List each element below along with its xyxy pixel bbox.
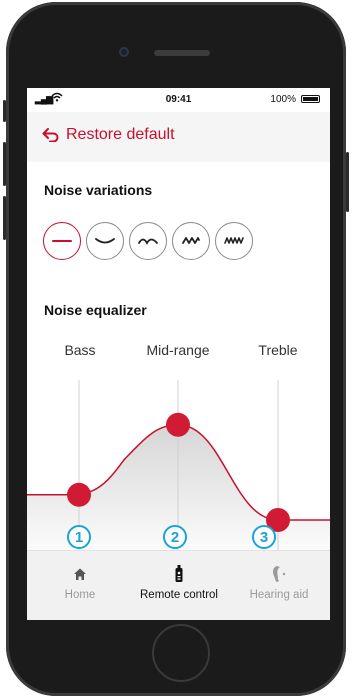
flat-wave-icon: [52, 240, 72, 242]
tab-home[interactable]: Home: [45, 551, 115, 620]
low-wave-icon: [95, 238, 115, 244]
battery-icon: [301, 95, 320, 103]
dense-wave-icon: [224, 237, 244, 244]
tab-remote-control-label: Remote control: [140, 589, 218, 601]
bass-slider-knob[interactable]: [67, 482, 91, 507]
earpiece-speaker: [154, 50, 210, 56]
band-label-treble: Treble: [258, 342, 298, 358]
home-icon: [73, 565, 87, 583]
hearing-aid-icon: [271, 565, 287, 583]
variation-dense-button[interactable]: [215, 222, 253, 260]
remote-control-icon: [174, 565, 184, 583]
variation-flat-button[interactable]: [43, 222, 81, 260]
noise-equalizer-title: Noise equalizer: [44, 302, 147, 318]
high-wave-icon: [182, 237, 200, 244]
undo-arrow-icon: [42, 128, 59, 142]
variation-low-button[interactable]: [86, 222, 124, 260]
tab-bar: Home Remote control Hearing aid: [27, 550, 330, 620]
noise-variations-group: [43, 222, 253, 260]
home-button[interactable]: [152, 624, 210, 682]
equalizer-graph: [27, 380, 330, 550]
tab-remote-control[interactable]: Remote control: [131, 551, 227, 620]
variation-medium-button[interactable]: [129, 222, 167, 260]
callout-badge-1: 1: [67, 525, 91, 549]
medium-wave-icon: [138, 238, 158, 245]
battery-percent: 100%: [270, 94, 296, 105]
noise-variations-title: Noise variations: [44, 182, 153, 198]
volume-down-button: [3, 196, 6, 240]
tab-hearing-aid[interactable]: Hearing aid: [241, 551, 317, 620]
band-label-mid-range: Mid-range: [146, 342, 210, 358]
volume-up-button: [3, 142, 6, 186]
restore-default-button[interactable]: Restore default: [42, 126, 175, 144]
variation-high-button[interactable]: [172, 222, 210, 260]
mute-switch: [3, 100, 6, 122]
tab-hearing-aid-label: Hearing aid: [249, 589, 309, 601]
restore-default-label: Restore default: [66, 126, 175, 143]
mid-range-slider-knob[interactable]: [166, 412, 190, 437]
callout-badge-2: 2: [163, 525, 187, 549]
power-button: [346, 152, 349, 212]
front-camera: [119, 47, 129, 57]
app-screen: ▂▄▆ 09:41 100% Restore default Noise var…: [27, 88, 330, 620]
tab-home-label: Home: [64, 589, 96, 601]
band-label-bass: Bass: [64, 342, 96, 358]
callout-badge-3: 3: [252, 525, 276, 549]
status-bar: ▂▄▆ 09:41 100%: [27, 88, 330, 112]
top-bar: Restore default: [27, 112, 330, 162]
